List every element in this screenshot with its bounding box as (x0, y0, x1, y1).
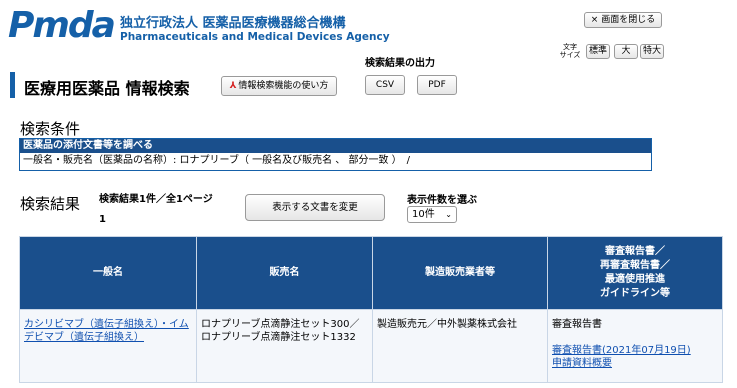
conditions-heading: 検索条件 (20, 120, 81, 138)
col-header-manufacturer: 製造販売業者等 (372, 236, 548, 310)
table-header-row: 一般名 販売名 製造販売業者等 審査報告書／ 再審査報告書／ 最適使用推進 ガイ… (19, 236, 723, 310)
results-heading: 検索結果 (20, 195, 81, 213)
change-documents-button[interactable]: 表示する文書を変更 (245, 194, 385, 221)
col-header-reports-line2: 再審査報告書／ (600, 260, 670, 271)
title-accent-bar (10, 72, 15, 98)
help-pdf-button[interactable]: ⅄ 情報検索機能の使い方 (221, 76, 337, 96)
col-header-reports-line3: 最適使用推進 (605, 274, 665, 285)
help-button-label: 情報検索機能の使い方 (238, 81, 329, 91)
font-size-label-line1: 文字 (563, 43, 577, 51)
conditions-box-text: 一般名・販売名（医薬品の名称）: ロナプリーブ（ 一般名及び販売名 、 部分一致… (23, 155, 411, 166)
font-size-xlarge-button[interactable]: 特大 (640, 44, 664, 59)
application-summary-link[interactable]: 申請資料概要 (552, 358, 612, 369)
table-row: カシリビマブ（遺伝子組換え）・イムデビマブ（遺伝子組換え） ロナプリーブ点滴静注… (19, 309, 723, 383)
per-page-value: 10件 (412, 209, 435, 220)
export-pdf-button[interactable]: PDF (417, 75, 457, 95)
col-header-generic-name: 一般名 (19, 236, 197, 310)
cell-brand-name: ロナプリーブ点滴静注セット300／ロナプリーブ点滴静注セット1332 (196, 309, 373, 383)
cell-manufacturer: 製造販売元／中外製薬株式会社 (372, 309, 548, 383)
chevron-down-icon: ⌄ (445, 210, 452, 219)
export-label: 検索結果の出力 (365, 58, 435, 69)
font-size-standard-button[interactable]: 標準 (586, 44, 610, 59)
col-header-brand-name: 販売名 (196, 236, 373, 310)
results-page-number: 1 (99, 214, 106, 225)
org-name-en: Pharmaceuticals and Medical Devices Agen… (120, 31, 390, 43)
font-size-label: 文字 サイズ (559, 43, 581, 59)
conditions-box: 医薬品の添付文書等を調べる 一般名・販売名（医薬品の名称）: ロナプリーブ（ 一… (19, 138, 652, 171)
per-page-select[interactable]: 10件 ⌄ (407, 206, 457, 223)
results-table: 一般名 販売名 製造販売業者等 審査報告書／ 再審査報告書／ 最適使用推進 ガイ… (19, 236, 723, 383)
cell-generic-name: カシリビマブ（遺伝子組換え）・イムデビマブ（遺伝子組換え） (19, 309, 197, 383)
font-size-large-button[interactable]: 大 (614, 44, 638, 59)
review-report-link[interactable]: 審査報告書(2021年07月19日) (552, 345, 691, 356)
report-label: 審査報告書 (552, 319, 602, 330)
font-size-label-line2: サイズ (559, 51, 581, 59)
close-window-button[interactable]: × 画面を閉じる (584, 12, 662, 28)
generic-name-link[interactable]: カシリビマブ（遺伝子組換え）・イムデビマブ（遺伝子組換え） (24, 319, 189, 343)
pmda-logo: Pmda (8, 5, 116, 46)
col-header-reports: 審査報告書／ 再審査報告書／ 最適使用推進 ガイドライン等 (547, 236, 723, 310)
conditions-box-title: 医薬品の添付文書等を調べる (20, 139, 651, 153)
org-name-jp: 独立行政法人 医薬品医療機器総合機構 (120, 16, 346, 31)
pdf-icon: ⅄ (229, 81, 237, 91)
page-title: 医療用医薬品 情報検索 (24, 79, 190, 98)
per-page-label: 表示件数を選ぶ (407, 195, 477, 206)
col-header-reports-line4: ガイドライン等 (600, 288, 670, 299)
export-csv-button[interactable]: CSV (365, 75, 405, 95)
cell-reports: 審査報告書 審査報告書(2021年07月19日) 申請資料概要 (547, 309, 723, 383)
results-count: 検索結果1件／全1ページ (99, 194, 213, 205)
col-header-reports-line1: 審査報告書／ (605, 246, 665, 257)
